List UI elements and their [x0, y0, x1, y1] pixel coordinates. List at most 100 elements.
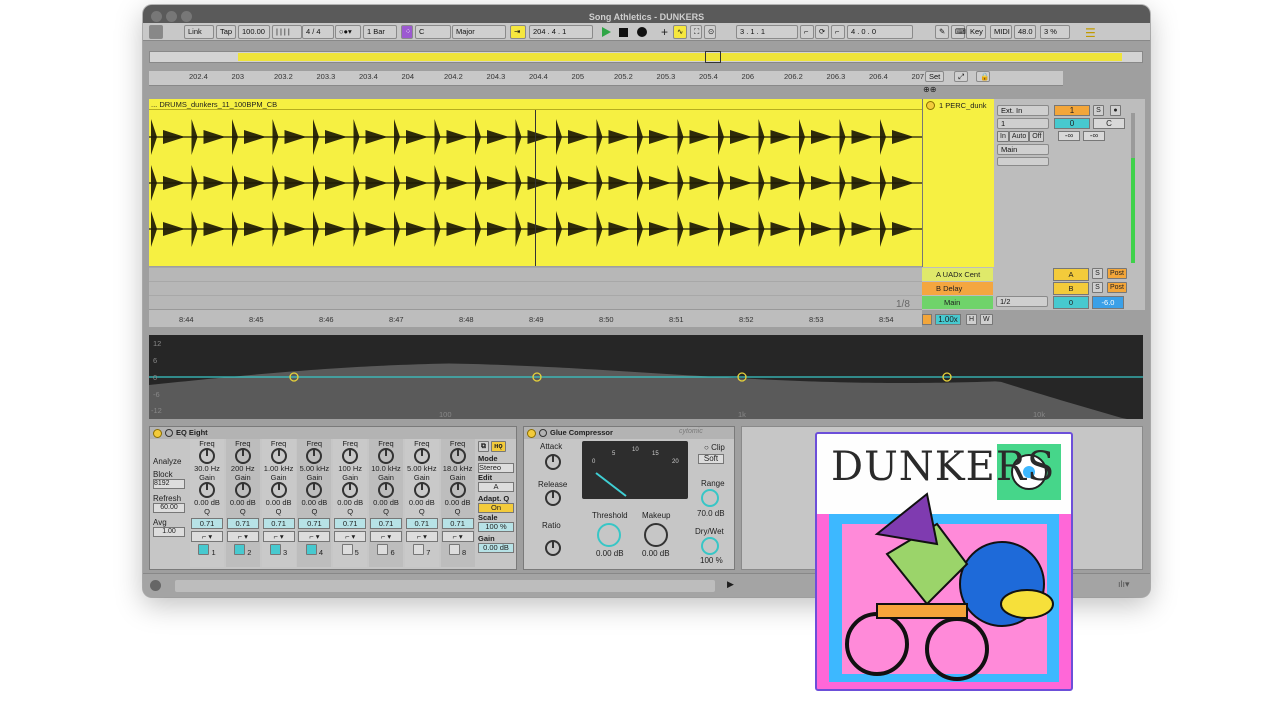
return-b-activator[interactable]: B — [1053, 282, 1089, 295]
eq-spectrum-display[interactable]: 12 6 0 -6 -12 100 1k 10k — [149, 335, 1143, 419]
freq-knob[interactable] — [378, 448, 394, 464]
stop-button[interactable] — [619, 28, 628, 37]
send-b-field[interactable]: -∞ — [1083, 131, 1105, 141]
eq-hq-icon[interactable]: ʜǫ — [491, 441, 506, 452]
capture-icon[interactable]: ⛶ — [690, 25, 702, 39]
menu-icon[interactable]: ☰ — [1085, 26, 1096, 40]
set-locator-button[interactable]: Set — [925, 71, 944, 82]
track-header[interactable]: 1 PERC_dunk — [923, 99, 994, 267]
freq-knob[interactable] — [306, 448, 323, 464]
solo-button[interactable]: S — [1093, 105, 1104, 116]
midi-map-button[interactable]: MIDI — [990, 25, 1012, 39]
gain-knob[interactable] — [306, 482, 323, 498]
follow-icon[interactable]: ⇥ — [510, 25, 526, 39]
release-knob[interactable] — [544, 490, 562, 508]
info-icon[interactable] — [150, 580, 161, 591]
eq-fold-icon[interactable] — [165, 429, 173, 437]
return-b-post[interactable]: Post — [1107, 282, 1128, 293]
band-toggle[interactable]: 2 — [226, 544, 260, 557]
q-field[interactable]: 0.71 — [405, 518, 438, 529]
overview-strip[interactable] — [149, 51, 1143, 63]
band-toggle[interactable]: 7 — [405, 544, 439, 557]
tempo-follow-icon[interactable] — [922, 314, 932, 325]
filter-type-select[interactable]: ⌐ ▾ — [441, 531, 474, 542]
scroll-right-icon[interactable]: ▶ — [727, 579, 734, 590]
gain-knob[interactable] — [413, 482, 430, 498]
adapt-q-toggle[interactable]: On — [478, 503, 514, 513]
fold-icon[interactable]: ⤢ — [954, 71, 968, 82]
avg-field[interactable]: 1.00 — [153, 527, 185, 537]
glue-power-icon[interactable] — [527, 429, 536, 438]
filter-type-select[interactable]: ⌐ ▾ — [226, 531, 259, 542]
track-activator-button[interactable]: 1 — [1054, 105, 1090, 116]
scale-mode-icon[interactable]: ⁘ — [401, 25, 413, 39]
nudge-icon[interactable]: |||| — [272, 25, 302, 39]
computer-keyboard-icon[interactable]: ⌨ — [951, 25, 966, 39]
filter-type-select[interactable]: ⌐ ▾ — [334, 531, 367, 542]
status-scrollbar[interactable] — [175, 580, 715, 592]
return-b-name[interactable]: B Delay — [922, 282, 993, 295]
q-field[interactable]: 0.71 — [370, 518, 402, 529]
q-field[interactable]: 0.71 — [298, 518, 331, 529]
link-button[interactable]: Link — [184, 25, 214, 39]
refresh-field[interactable]: 60.00 — [153, 503, 185, 513]
pan-field[interactable]: C — [1093, 118, 1125, 129]
eq-power-icon[interactable] — [153, 429, 162, 438]
arm-icon[interactable]: ● — [1110, 105, 1121, 116]
tempo-factor-field[interactable]: 1.00x — [935, 314, 961, 325]
volume-field[interactable]: 0 — [1054, 118, 1090, 129]
freq-knob[interactable] — [449, 448, 466, 464]
return-a-post[interactable]: Post — [1107, 268, 1128, 279]
range-knob[interactable] — [701, 489, 719, 507]
freq-knob[interactable] — [342, 448, 359, 464]
scale-field[interactable]: 100 % — [478, 522, 514, 532]
return-a-activator[interactable]: A — [1053, 268, 1089, 281]
draw-mode-icon[interactable]: ✎ — [935, 25, 949, 39]
layout-toggle-icon[interactable] — [149, 25, 163, 39]
gain-knob[interactable] — [199, 482, 215, 498]
loop-icon[interactable]: ⟳ — [815, 25, 829, 39]
return-b-solo[interactable]: S — [1092, 282, 1103, 293]
lock-icon[interactable]: 🔒 — [976, 71, 990, 82]
block-select[interactable]: 8192 — [153, 479, 185, 489]
overdub-icon[interactable]: + — [661, 25, 668, 39]
send-a-field[interactable]: -∞ — [1058, 131, 1080, 141]
filter-type-select[interactable]: ⌐ ▾ — [298, 531, 331, 542]
w-button[interactable]: W — [980, 314, 993, 325]
punch-out-icon[interactable]: ⌐ — [831, 25, 845, 39]
key-select[interactable]: C — [415, 25, 451, 39]
input-channel-select[interactable]: 1 — [997, 118, 1049, 129]
freq-knob[interactable] — [270, 448, 287, 464]
q-field[interactable]: 0.71 — [262, 518, 295, 529]
q-field[interactable]: 0.71 — [334, 518, 367, 529]
freq-knob[interactable] — [234, 448, 251, 464]
time-signature-field[interactable]: 4 / 4 — [302, 25, 334, 39]
output-gain-field[interactable]: 0.00 dB — [478, 543, 514, 553]
punch-in-icon[interactable]: ⌐ — [800, 25, 814, 39]
metronome-icon[interactable]: ○●▾ — [335, 25, 361, 39]
soft-clip-toggle[interactable]: Soft — [698, 454, 724, 464]
q-field[interactable]: 0.71 — [191, 518, 223, 529]
arrangement-position-field[interactable]: 204 . 4 . 1 — [529, 25, 593, 39]
track-fold-icon[interactable] — [926, 101, 935, 110]
filter-type-select[interactable]: ⌐ ▾ — [370, 531, 402, 542]
audio-clip[interactable] — [149, 99, 922, 266]
return-a-solo[interactable]: S — [1092, 268, 1103, 279]
freq-knob[interactable] — [413, 448, 430, 464]
q-field[interactable]: 0.71 — [226, 518, 259, 529]
output-select[interactable]: Main — [997, 144, 1049, 155]
threshold-knob[interactable] — [597, 523, 621, 547]
glue-fold-icon[interactable] — [539, 429, 547, 437]
monitor-in-button[interactable]: In — [997, 131, 1009, 142]
drywet-knob[interactable] — [701, 537, 719, 555]
loop-start-field[interactable]: 3 . 1 . 1 — [736, 25, 798, 39]
edit-select[interactable]: A — [478, 482, 514, 492]
eq-oversampling-icon[interactable]: ⧉ — [478, 441, 489, 452]
band-toggle[interactable]: 8 — [441, 544, 475, 557]
record-button[interactable] — [637, 27, 647, 37]
loop-length-field[interactable]: 4 . 0 . 0 — [847, 25, 913, 39]
q-field[interactable]: 0.71 — [441, 518, 474, 529]
cue-out-select[interactable]: 1/2 — [996, 296, 1048, 307]
band-toggle[interactable]: 1 — [190, 544, 224, 557]
scale-select[interactable]: Major — [452, 25, 506, 39]
